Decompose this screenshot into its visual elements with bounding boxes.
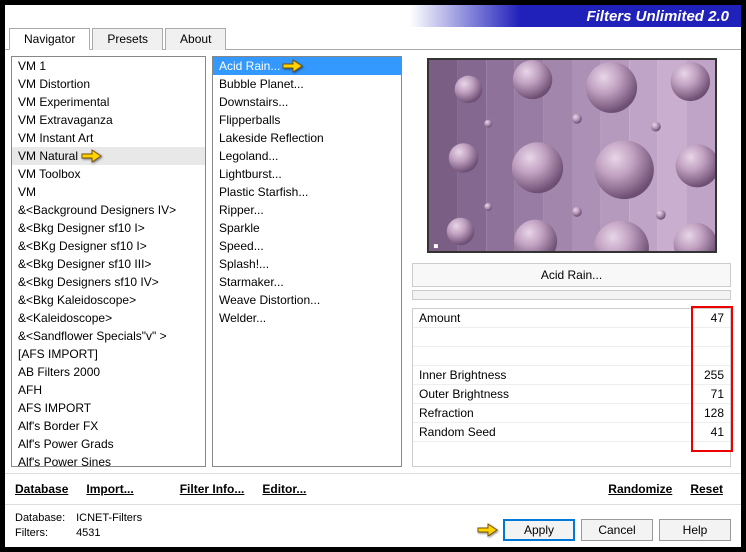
list-item[interactable]: Ripper... [213,201,401,219]
list-item[interactable]: VM [12,183,205,201]
list-item[interactable]: Downstairs... [213,93,401,111]
param-label: . [419,349,689,363]
filter-column: Acid Rain...Bubble Planet...Downstairs..… [212,56,402,467]
list-item[interactable]: Welder... [213,309,401,327]
list-item[interactable]: Lakeside Reflection [213,129,401,147]
editor-link[interactable]: Editor... [262,482,306,496]
list-item[interactable]: &<BKg Designer sf10 I> [12,237,205,255]
footer-buttons: Apply Cancel Help [503,519,731,541]
list-item[interactable]: AFS IMPORT [12,399,205,417]
param-value: 128 [689,406,724,420]
param-row-empty: . [413,328,730,347]
filter-list[interactable]: Acid Rain...Bubble Planet...Downstairs..… [212,56,402,467]
pointer-icon [281,56,305,75]
tab-navigator[interactable]: Navigator [9,28,90,50]
list-item[interactable]: Flipperballs [213,111,401,129]
tab-strip: NavigatorPresetsAbout [5,27,741,50]
list-item[interactable]: Bubble Planet... [213,75,401,93]
filter-name-label: Acid Rain... [412,263,731,287]
list-item[interactable]: &<Kaleidoscope> [12,309,205,327]
list-item[interactable]: VM Natural [12,147,205,165]
list-item[interactable]: [AFS IMPORT] [12,345,205,363]
list-item[interactable]: Sparkle [213,219,401,237]
reset-link[interactable]: Reset [690,482,723,496]
param-value: 41 [689,425,724,439]
list-item[interactable]: Alf's Border FX [12,417,205,435]
param-row[interactable]: Inner Brightness255 [413,366,730,385]
database-link[interactable]: Database [15,482,68,496]
toolbar: Database Import... Filter Info... Editor… [5,473,741,504]
param-value: 71 [689,387,724,401]
list-item[interactable]: Splash!... [213,255,401,273]
db-value: ICNET-Filters [76,511,142,526]
apply-button[interactable]: Apply [503,519,575,541]
list-item[interactable]: Speed... [213,237,401,255]
category-list[interactable]: VM 1VM DistortionVM ExperimentalVM Extra… [11,56,206,467]
list-item[interactable]: Acid Rain... [213,57,401,75]
tab-about[interactable]: About [165,28,226,50]
param-row[interactable]: Random Seed41 [413,423,730,442]
param-row[interactable]: Outer Brightness71 [413,385,730,404]
param-label: Inner Brightness [419,368,689,382]
randomize-link[interactable]: Randomize [608,482,672,496]
list-item[interactable]: &<Background Designers IV> [12,201,205,219]
filter-info-link[interactable]: Filter Info... [180,482,245,496]
list-item[interactable]: Alf's Power Sines [12,453,205,467]
param-label: Refraction [419,406,689,420]
list-item[interactable]: AFH [12,381,205,399]
db-label: Database: [15,511,73,526]
param-label: Random Seed [419,425,689,439]
footer: Database: ICNET-Filters Filters: 4531 Ap… [5,504,741,547]
param-row[interactable]: Amount47 [413,309,730,328]
footer-info: Database: ICNET-Filters Filters: 4531 [15,511,503,541]
title-bar: Filters Unlimited 2.0 [5,5,741,27]
pointer-icon [80,145,104,165]
list-item[interactable]: VM Distortion [12,75,205,93]
list-item[interactable]: &<Bkg Designer sf10 I> [12,219,205,237]
list-item[interactable]: Weave Distortion... [213,291,401,309]
list-item[interactable]: &<Bkg Designer sf10 III> [12,255,205,273]
list-item[interactable]: Alf's Power Grads [12,435,205,453]
param-row-empty: . [413,347,730,366]
app-title: Filters Unlimited 2.0 [586,8,729,25]
list-item[interactable]: &<Bkg Designers sf10 IV> [12,273,205,291]
dialog-window: Filters Unlimited 2.0 NavigatorPresetsAb… [4,4,742,548]
parameter-panel: Amount47..Inner Brightness255Outer Brigh… [412,308,731,467]
main-area: VM 1VM DistortionVM ExperimentalVM Extra… [5,50,741,473]
param-value: 47 [689,311,724,325]
list-item[interactable]: AB Filters 2000 [12,363,205,381]
list-item[interactable]: Legoland... [213,147,401,165]
param-value: 255 [689,368,724,382]
list-item[interactable]: VM Toolbox [12,165,205,183]
param-label: Outer Brightness [419,387,689,401]
preview-column: Acid Rain... Amount47.. Inner Brightness2… [408,56,735,467]
list-item[interactable]: Starmaker... [213,273,401,291]
import-link[interactable]: Import... [86,482,133,496]
param-row[interactable]: Refraction128 [413,404,730,423]
help-button[interactable]: Help [659,519,731,541]
list-item[interactable]: &<Bkg Kaleidoscope> [12,291,205,309]
param-label: Amount [419,311,689,325]
filters-label: Filters: [15,526,73,541]
preview-image [427,58,717,253]
list-item[interactable]: Lightburst... [213,165,401,183]
list-item[interactable]: VM 1 [12,57,205,75]
list-item[interactable]: VM Experimental [12,93,205,111]
param-label: . [419,330,689,344]
filters-value: 4531 [76,526,100,541]
list-item[interactable]: VM Extravaganza [12,111,205,129]
list-item[interactable]: &<Sandflower Specials"v" > [12,327,205,345]
progress-bar [412,290,731,300]
category-column: VM 1VM DistortionVM ExperimentalVM Extra… [11,56,206,467]
cancel-button[interactable]: Cancel [581,519,653,541]
list-item[interactable]: VM Instant Art [12,129,205,147]
list-item[interactable]: Plastic Starfish... [213,183,401,201]
tab-presets[interactable]: Presets [92,28,163,50]
